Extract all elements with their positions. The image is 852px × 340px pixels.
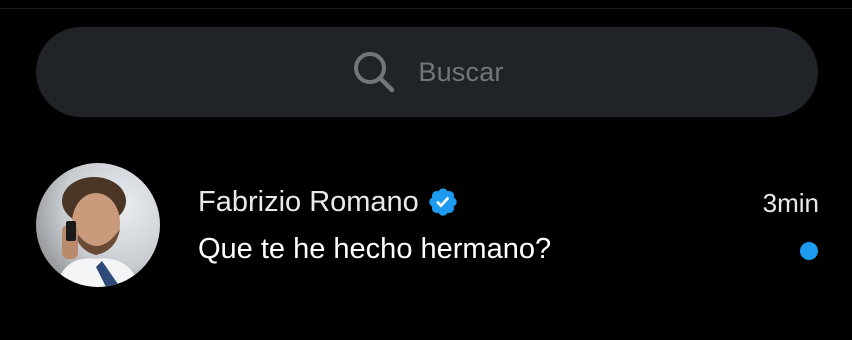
timestamp: 3min (762, 188, 819, 218)
sender-row: Fabrizio Romano (198, 185, 461, 219)
search-bar[interactable]: Buscar (36, 27, 818, 117)
search-icon (350, 48, 398, 96)
avatar[interactable] (36, 163, 160, 287)
verified-badge-icon (427, 185, 461, 219)
top-divider (0, 8, 852, 9)
search-placeholder: Buscar (418, 56, 504, 87)
unread-indicator (800, 242, 818, 260)
sender-name: Fabrizio Romano (198, 185, 419, 218)
message-preview: Que te he hecho hermano? (198, 233, 552, 265)
conversation-item[interactable]: Fabrizio Romano 3min Que te he hecho her… (0, 150, 852, 310)
